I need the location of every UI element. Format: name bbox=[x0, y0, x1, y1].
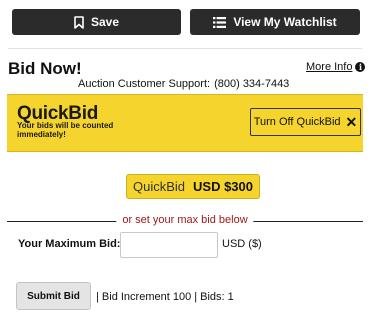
bid-increment-info: | Bid Increment 100 | Bids: 1 bbox=[96, 291, 234, 303]
turn-off-quickbid-button[interactable]: Turn Off QuickBid ✕ bbox=[250, 108, 361, 136]
info-icon: i bbox=[355, 62, 366, 72]
bookmark-icon bbox=[74, 15, 84, 29]
close-icon: ✕ bbox=[345, 114, 358, 130]
max-bid-divider: or set your max bid below bbox=[7, 214, 363, 228]
divider-text: or set your max bid below bbox=[116, 214, 254, 226]
support-phone: (800) 334-7443 bbox=[214, 78, 290, 90]
watchlist-button-label: View My Watchlist bbox=[233, 15, 337, 29]
turn-off-quickbid-label: Turn Off QuickBid bbox=[253, 116, 341, 128]
quickbid-amount-prefix: QuickBid bbox=[132, 179, 186, 194]
quickbid-amount-button[interactable]: QuickBid USD $300 bbox=[126, 174, 260, 199]
support-label: Auction Customer Support: bbox=[78, 78, 211, 90]
save-button[interactable]: Save bbox=[12, 9, 181, 35]
submit-bid-button[interactable]: Submit Bid bbox=[16, 282, 91, 310]
quickbid-subtitle: Your bids will be counted immediately! bbox=[17, 121, 114, 139]
view-watchlist-button[interactable]: View My Watchlist bbox=[190, 9, 360, 35]
quickbid-amount-value: USD $300 bbox=[193, 179, 253, 194]
more-info-link[interactable]: More Info i bbox=[306, 61, 366, 73]
top-toolbar: Save View My Watchlist bbox=[0, 0, 370, 52]
currency-label: USD ($) bbox=[222, 238, 262, 250]
save-button-label: Save bbox=[90, 15, 120, 29]
quickbid-banner: QuickBid Your bids will be counted immed… bbox=[7, 94, 363, 152]
top-divider bbox=[8, 48, 362, 49]
page-title: Bid Now! bbox=[8, 59, 82, 78]
customer-support: Auction Customer Support: (800) 334-7443 bbox=[78, 78, 293, 90]
more-info-label: More Info bbox=[306, 61, 353, 73]
list-icon bbox=[213, 16, 227, 28]
max-bid-input[interactable] bbox=[120, 232, 218, 258]
max-bid-label: Your Maximum Bid: bbox=[18, 238, 121, 250]
